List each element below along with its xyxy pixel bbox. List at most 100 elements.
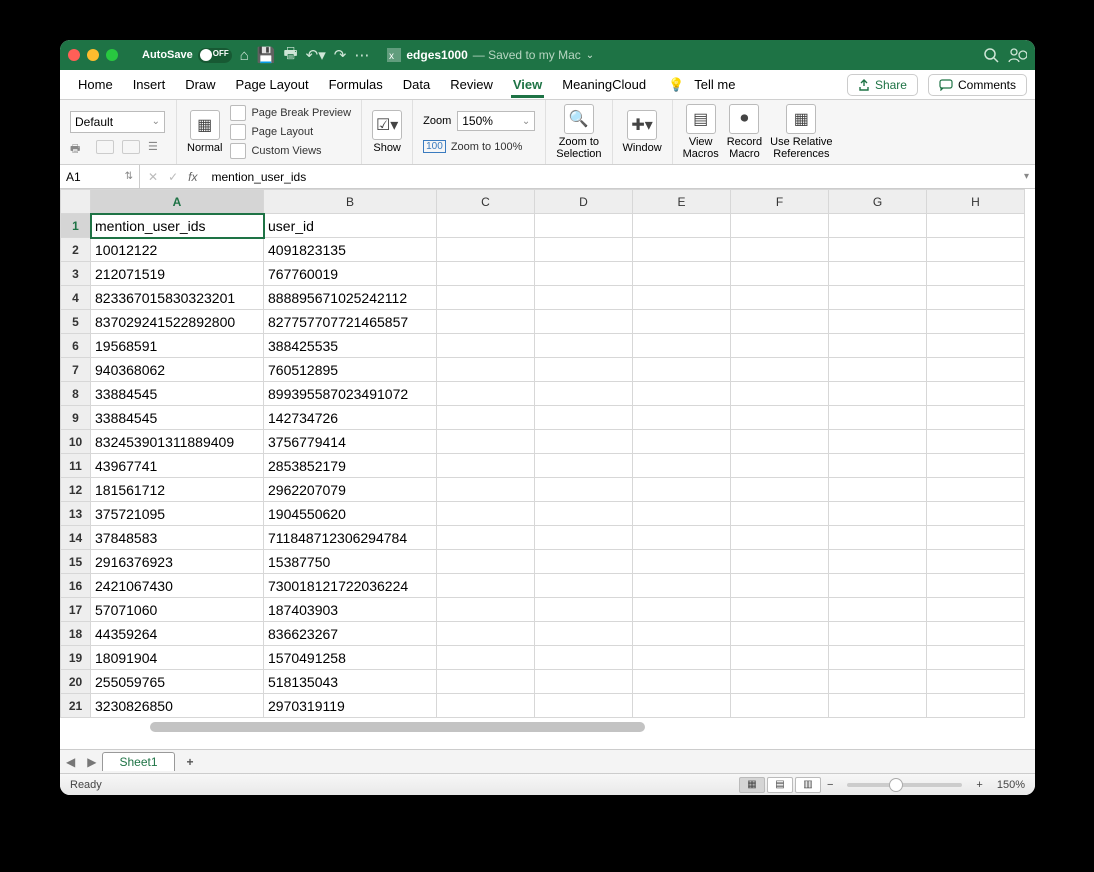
cell[interactable] — [535, 502, 633, 526]
add-sheet-button[interactable]: + — [175, 755, 206, 769]
cell[interactable] — [437, 454, 535, 478]
cell[interactable]: 181561712 — [91, 478, 264, 502]
cell[interactable] — [633, 430, 731, 454]
accept-formula-icon[interactable]: ✓ — [168, 170, 178, 184]
cell[interactable]: 2421067430 — [91, 574, 264, 598]
cell[interactable] — [535, 382, 633, 406]
tab-meaningcloud[interactable]: MeaningCloud — [552, 72, 656, 97]
custom-views-button[interactable]: Custom Views — [230, 143, 351, 159]
cell[interactable] — [927, 622, 1025, 646]
view-macros-button[interactable]: ▤ View Macros — [683, 104, 719, 160]
cell[interactable]: 33884545 — [91, 406, 264, 430]
cell[interactable] — [829, 574, 927, 598]
cell[interactable] — [437, 310, 535, 334]
normal-view-button[interactable]: ▦ Normal — [187, 110, 222, 154]
cell[interactable] — [731, 214, 829, 238]
cell[interactable] — [927, 382, 1025, 406]
cell[interactable] — [927, 430, 1025, 454]
cell[interactable] — [535, 454, 633, 478]
cell[interactable]: 2916376923 — [91, 550, 264, 574]
cell[interactable] — [927, 550, 1025, 574]
cell[interactable] — [927, 526, 1025, 550]
col-header-A[interactable]: A — [91, 190, 264, 214]
cell[interactable]: 837029241522892800 — [91, 310, 264, 334]
cell[interactable] — [437, 574, 535, 598]
cancel-formula-icon[interactable]: ✕ — [148, 170, 158, 184]
cell[interactable] — [731, 574, 829, 598]
cell[interactable]: 15387750 — [264, 550, 437, 574]
cell[interactable]: 767760019 — [264, 262, 437, 286]
row-header[interactable]: 3 — [61, 262, 91, 286]
cell[interactable]: 3756779414 — [264, 430, 437, 454]
cell[interactable]: 18091904 — [91, 646, 264, 670]
cell[interactable] — [731, 262, 829, 286]
cell[interactable] — [731, 598, 829, 622]
cell[interactable] — [633, 406, 731, 430]
cell[interactable] — [927, 646, 1025, 670]
cell[interactable] — [731, 358, 829, 382]
row-header[interactable]: 16 — [61, 574, 91, 598]
zoom-in-button[interactable]: + — [970, 779, 988, 791]
style-selector[interactable]: Default⌄ — [70, 111, 165, 133]
cell[interactable]: user_id — [264, 214, 437, 238]
cell[interactable]: 899395587023491072 — [264, 382, 437, 406]
cell[interactable] — [437, 430, 535, 454]
cell[interactable]: 4091823135 — [264, 238, 437, 262]
cell[interactable] — [829, 382, 927, 406]
more-icon[interactable]: ⋯ — [354, 46, 369, 64]
comments-button[interactable]: Comments — [928, 74, 1027, 96]
cell[interactable] — [731, 622, 829, 646]
cell[interactable] — [927, 406, 1025, 430]
cell[interactable] — [535, 646, 633, 670]
cell[interactable] — [535, 286, 633, 310]
cell[interactable] — [829, 286, 927, 310]
cell[interactable] — [927, 262, 1025, 286]
tab-page-layout[interactable]: Page Layout — [226, 72, 319, 97]
cell[interactable] — [829, 262, 927, 286]
cell[interactable] — [829, 430, 927, 454]
cell[interactable] — [927, 238, 1025, 262]
row-header[interactable]: 18 — [61, 622, 91, 646]
cell[interactable] — [535, 262, 633, 286]
tab-review[interactable]: Review — [440, 72, 503, 97]
cell[interactable]: 730018121722036224 — [264, 574, 437, 598]
cell[interactable] — [633, 238, 731, 262]
cell[interactable] — [829, 694, 927, 718]
row-header[interactable]: 21 — [61, 694, 91, 718]
cell[interactable] — [437, 262, 535, 286]
cell[interactable]: 888895671025242112 — [264, 286, 437, 310]
cell[interactable] — [437, 478, 535, 502]
list-icon[interactable]: ☰ — [148, 140, 166, 154]
cell[interactable] — [535, 574, 633, 598]
row-header[interactable]: 4 — [61, 286, 91, 310]
cell[interactable]: 44359264 — [91, 622, 264, 646]
cell[interactable] — [731, 286, 829, 310]
fullscreen-window-icon[interactable] — [106, 49, 118, 61]
cell[interactable] — [829, 478, 927, 502]
cell[interactable]: 19568591 — [91, 334, 264, 358]
cell[interactable]: 10012122 — [91, 238, 264, 262]
cell[interactable] — [437, 646, 535, 670]
cell[interactable] — [829, 310, 927, 334]
cell[interactable] — [829, 334, 927, 358]
cell[interactable] — [829, 406, 927, 430]
cell[interactable] — [437, 526, 535, 550]
cell[interactable] — [437, 334, 535, 358]
cell[interactable]: 827757707721465857 — [264, 310, 437, 334]
cell[interactable]: 255059765 — [91, 670, 264, 694]
row-header[interactable]: 8 — [61, 382, 91, 406]
cell[interactable] — [437, 214, 535, 238]
cell[interactable] — [633, 670, 731, 694]
autosave-switch-off[interactable]: OFF — [198, 48, 232, 63]
fx-icon[interactable]: fx — [188, 170, 197, 184]
page-layout-button[interactable]: Page Layout — [230, 124, 351, 140]
cell[interactable] — [535, 550, 633, 574]
cell[interactable] — [633, 598, 731, 622]
row-header[interactable]: 15 — [61, 550, 91, 574]
zoom-slider[interactable] — [847, 783, 962, 787]
cell[interactable]: 212071519 — [91, 262, 264, 286]
cell[interactable] — [437, 406, 535, 430]
cell[interactable] — [535, 670, 633, 694]
cell[interactable] — [633, 502, 731, 526]
cell[interactable]: 388425535 — [264, 334, 437, 358]
